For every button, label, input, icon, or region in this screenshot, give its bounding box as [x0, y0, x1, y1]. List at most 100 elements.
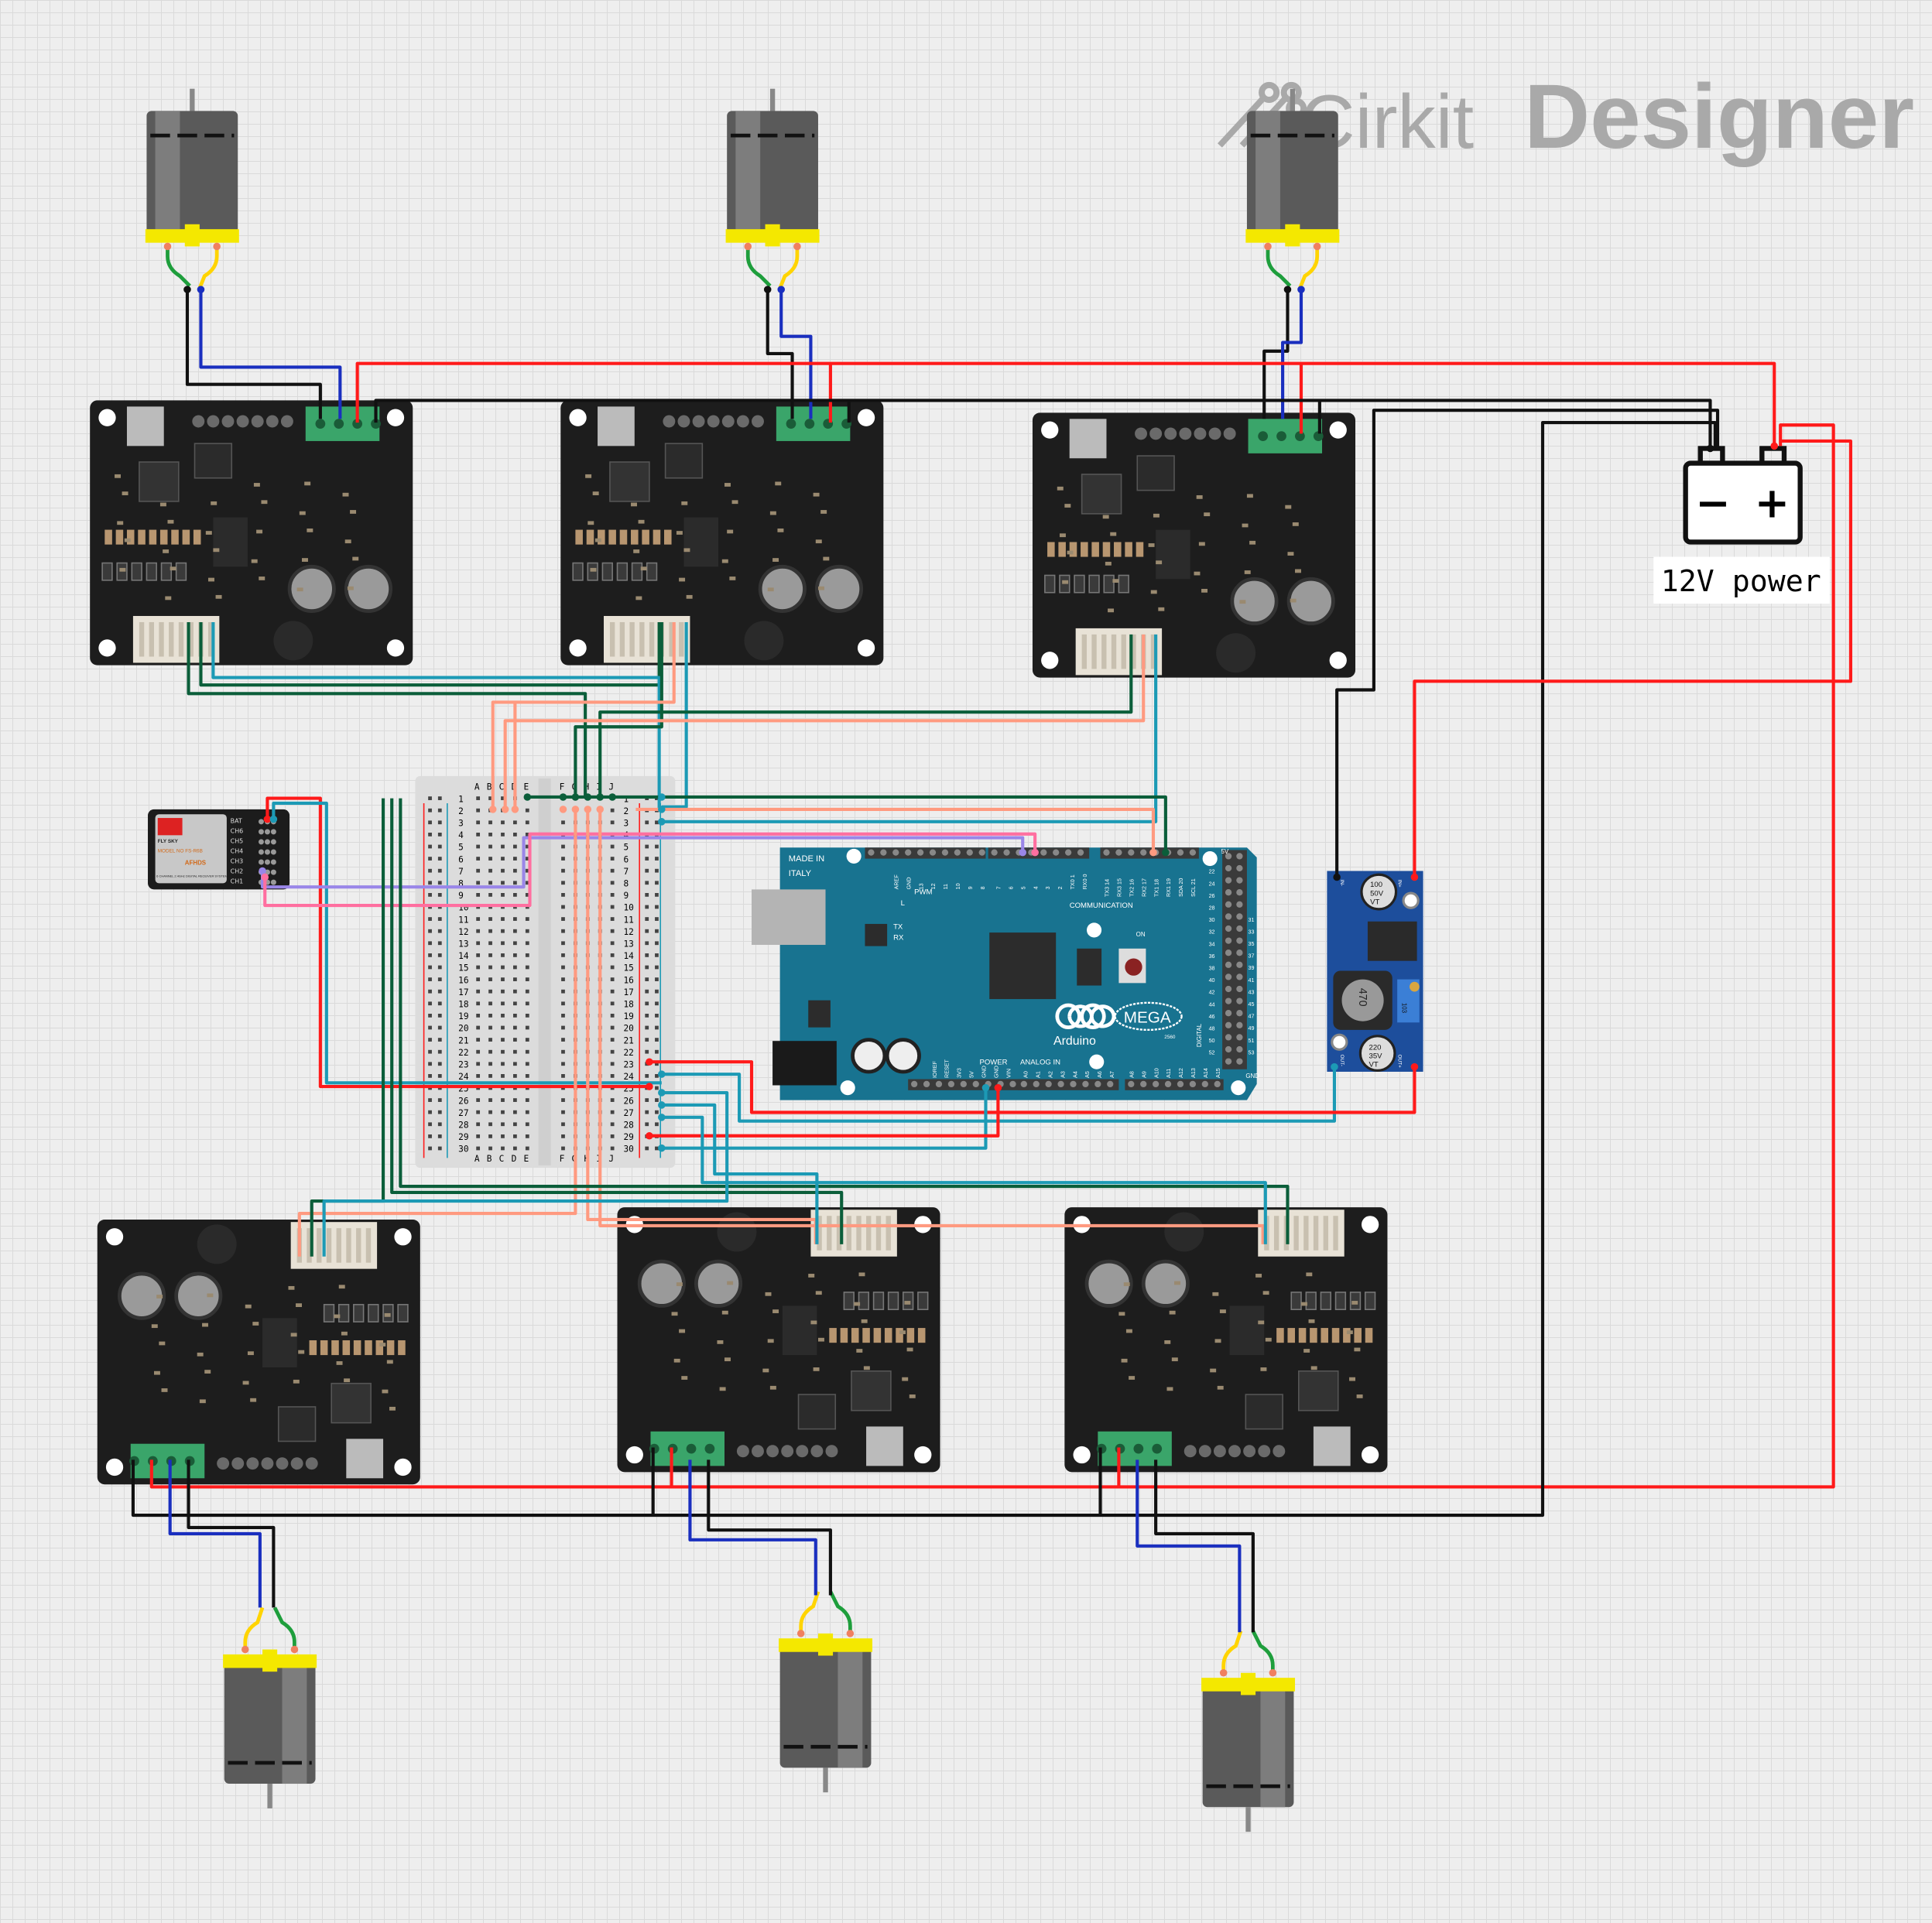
breadboard-hole[interactable] [561, 953, 565, 957]
breadboard-hole[interactable] [437, 1134, 442, 1138]
header-pin[interactable] [1225, 864, 1232, 872]
breadboard-hole[interactable] [655, 1086, 659, 1090]
breadboard-hole[interactable] [476, 1001, 481, 1006]
breadboard-hole[interactable] [525, 941, 529, 946]
wire-endpoint[interactable] [1283, 286, 1292, 293]
breadboard-hole[interactable] [476, 892, 481, 897]
header-pin[interactable] [1225, 1034, 1232, 1041]
breadboard-hole[interactable] [488, 1062, 492, 1066]
breadboard-hole[interactable] [476, 868, 481, 873]
dc-motor-5[interactable] [779, 1590, 873, 1793]
dc-motor-4[interactable] [223, 1606, 317, 1808]
breadboard-hole[interactable] [610, 808, 615, 813]
header-pin[interactable] [1177, 849, 1184, 856]
breadboard-hole[interactable] [561, 1098, 565, 1102]
wire-signal-bottom[interactable] [310, 798, 385, 1257]
breadboard-hole[interactable] [476, 1122, 481, 1127]
receiver-pin[interactable] [258, 829, 264, 835]
breadboard-hole[interactable] [476, 977, 481, 981]
breadboard-hole[interactable] [513, 881, 517, 885]
breadboard-hole[interactable] [513, 1025, 517, 1030]
breadboard-hole[interactable] [513, 857, 517, 861]
breadboard-hole[interactable] [561, 857, 565, 861]
breadboard-hole[interactable] [476, 857, 481, 861]
breadboard-hole[interactable] [561, 1062, 565, 1066]
breadboard-hole[interactable] [437, 1122, 442, 1127]
breadboard-hole[interactable] [561, 881, 565, 885]
motor-terminal[interactable] [163, 242, 172, 251]
breadboard-hole[interactable] [488, 892, 492, 897]
header-pin[interactable] [911, 1080, 918, 1088]
header-pin[interactable] [1214, 1080, 1221, 1088]
wire-endpoint[interactable] [981, 1083, 990, 1092]
header-pin[interactable] [1009, 1080, 1016, 1088]
breadboard-hole[interactable] [501, 881, 505, 885]
breadboard-hole[interactable] [437, 929, 442, 933]
breadboard-hole[interactable] [610, 1146, 615, 1151]
breadboard-hole[interactable] [476, 1013, 481, 1018]
breadboard-hole[interactable] [488, 989, 492, 994]
breadboard-hole[interactable] [645, 1025, 649, 1030]
header-pin[interactable] [1177, 1080, 1184, 1088]
breadboard-hole[interactable] [476, 808, 481, 813]
breadboard-hole[interactable] [501, 892, 505, 897]
breadboard-hole[interactable] [525, 1013, 529, 1018]
breadboard-hole[interactable] [610, 941, 615, 946]
header-pin[interactable] [1189, 1080, 1197, 1088]
breadboard-hole[interactable] [476, 989, 481, 994]
breadboard-hole[interactable] [610, 892, 615, 897]
breadboard-hole[interactable] [428, 844, 432, 849]
terminal-screw[interactable] [1276, 431, 1286, 441]
breadboard-hole[interactable] [561, 965, 565, 970]
breadboard-hole[interactable] [501, 832, 505, 837]
lm2596-buck-converter[interactable]: 10050VVT47010322035VVTIN- IN+OUT- OUT+ [1327, 871, 1423, 1072]
wire-endpoint[interactable] [646, 1083, 653, 1090]
breadboard-hole[interactable] [488, 929, 492, 933]
motor-terminal[interactable] [846, 1630, 855, 1637]
breadboard-hole[interactable] [525, 1098, 529, 1102]
header-pin[interactable] [1225, 973, 1232, 980]
breadboard-hole[interactable] [645, 953, 649, 957]
breadboard-hole[interactable] [513, 965, 517, 970]
breadboard-hole[interactable] [561, 892, 565, 897]
wire-endpoint[interactable] [571, 806, 580, 813]
breadboard-hole[interactable] [428, 1110, 432, 1114]
breadboard-hole[interactable] [561, 820, 565, 825]
receiver-pin[interactable] [264, 849, 270, 855]
header-pin[interactable] [935, 1080, 943, 1088]
breadboard-hole[interactable] [525, 989, 529, 994]
header-pin[interactable] [1077, 849, 1084, 856]
breadboard-hole[interactable] [488, 868, 492, 873]
breadboard-hole[interactable] [488, 1038, 492, 1042]
breadboard-hole[interactable] [513, 917, 517, 921]
breadboard-hole[interactable] [476, 832, 481, 837]
breadboard-hole[interactable] [501, 929, 505, 933]
motor-driver-board-4[interactable] [97, 1219, 420, 1485]
breadboard-hole[interactable] [488, 1098, 492, 1102]
breadboard-hole[interactable] [513, 820, 517, 825]
terminal-screw[interactable] [334, 419, 344, 429]
breadboard-hole[interactable] [645, 1110, 649, 1114]
header-pin[interactable] [1082, 1080, 1089, 1088]
wire-endpoint[interactable] [571, 793, 580, 801]
breadboard-hole[interactable] [513, 1134, 517, 1138]
breadboard-hole[interactable] [525, 965, 529, 970]
breadboard-hole[interactable] [513, 929, 517, 933]
wire-endpoint[interactable] [646, 1131, 653, 1140]
breadboard-hole[interactable] [525, 1062, 529, 1066]
breadboard-hole[interactable] [645, 1013, 649, 1018]
header-pin[interactable] [1236, 961, 1243, 968]
header-pin[interactable] [1236, 901, 1243, 908]
header-pin[interactable] [1236, 864, 1243, 872]
breadboard-hole[interactable] [525, 917, 529, 921]
breadboard-hole[interactable] [513, 868, 517, 873]
header-pin[interactable] [1236, 1045, 1243, 1053]
breadboard-hole[interactable] [513, 953, 517, 957]
motor-driver-board-2[interactable] [560, 400, 884, 666]
breadboard-hole[interactable] [513, 1049, 517, 1054]
motor-terminal[interactable] [1264, 242, 1272, 251]
breadboard-hole[interactable] [610, 868, 615, 873]
header-pin[interactable] [1140, 1080, 1147, 1088]
breadboard-hole[interactable] [501, 1025, 505, 1030]
header-pin[interactable] [1236, 973, 1243, 980]
